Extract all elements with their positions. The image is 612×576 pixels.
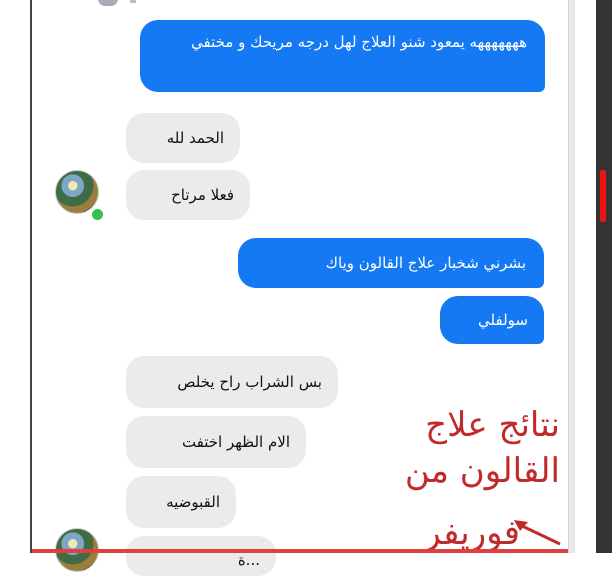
message-text: الحمد لله <box>166 129 224 147</box>
screen-right-edge <box>568 0 575 553</box>
message-bubble-outgoing[interactable]: بشرني شخبار علاج القالون وياك <box>238 238 544 288</box>
message-bubble-incoming[interactable]: القبوضيه <box>126 476 236 528</box>
online-status-icon <box>90 207 105 222</box>
message-bubble-outgoing[interactable]: سولفلي <box>440 296 544 344</box>
top-avatar-fragment <box>98 0 118 6</box>
screen-left-edge <box>30 0 32 553</box>
message-text: بشرني شخبار علاج القالون وياك <box>325 254 526 272</box>
annotation-title: نتائج علاج القالون من <box>364 402 560 494</box>
message-bubble-outgoing[interactable]: هههههههه يمعود شنو العلاج لهل درجه مريحك… <box>140 20 545 92</box>
bottom-edge-line <box>32 549 568 553</box>
top-divider <box>130 0 136 3</box>
message-text: فعلا مرتاح <box>171 186 234 204</box>
message-bubble-incoming[interactable]: فعلا مرتاح <box>126 170 250 220</box>
red-arrow-icon <box>514 520 561 546</box>
scroll-thumb[interactable] <box>600 170 606 222</box>
message-text: ...ة <box>237 551 260 569</box>
message-bubble-incoming[interactable]: ...ة <box>126 536 276 576</box>
annotation-line2: القالون من <box>404 451 560 491</box>
scroll-track <box>596 0 612 553</box>
message-text: الام الظهر اختفت <box>181 433 290 451</box>
message-bubble-incoming[interactable]: بس الشراب راح يخلص <box>126 356 338 408</box>
message-text: سولفلي <box>478 311 528 329</box>
message-text: هههههههه يمعود شنو العلاج لهل درجه مريحك… <box>190 33 527 51</box>
message-text: بس الشراب راح يخلص <box>177 373 322 391</box>
message-text: القبوضيه <box>166 493 220 511</box>
message-bubble-incoming[interactable]: الام الظهر اختفت <box>126 416 306 468</box>
message-bubble-incoming[interactable]: الحمد لله <box>126 113 240 163</box>
annotation-line1: نتائج علاج <box>425 405 560 445</box>
